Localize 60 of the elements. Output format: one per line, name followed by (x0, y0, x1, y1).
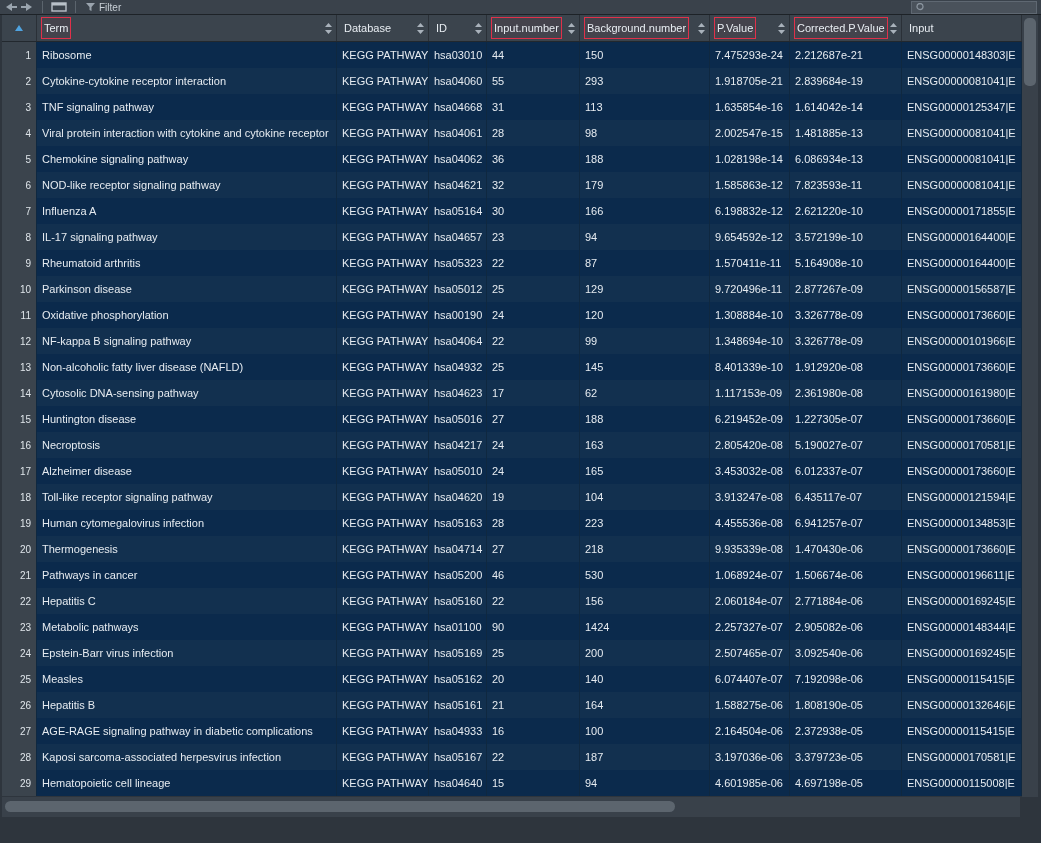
row-number: 3 (2, 94, 37, 120)
search-icon (916, 3, 926, 11)
row-number: 7 (2, 198, 37, 224)
row-number: 14 (2, 380, 37, 406)
scrollbar-thumb[interactable] (1024, 18, 1036, 86)
back-forward-arrows-icon[interactable] (4, 2, 34, 12)
row-number: 25 (2, 666, 37, 692)
search-field[interactable] (911, 0, 1037, 14)
row-number: 23 (2, 614, 37, 640)
scrollbar-thumb[interactable] (5, 801, 675, 812)
column-header[interactable]: Input (906, 17, 937, 39)
sort-icon[interactable] (475, 22, 482, 34)
row-number: 27 (2, 718, 37, 744)
column-header[interactable]: P.Value (714, 17, 757, 39)
row-number: 9 (2, 250, 37, 276)
sort-icon[interactable] (890, 22, 897, 34)
table-cell: hsa04640 (429, 770, 487, 796)
table-cell: KEGG PATHWAY (337, 770, 429, 796)
row-number: 6 (2, 172, 37, 198)
sort-ascending-icon[interactable] (15, 25, 23, 31)
column-header[interactable]: Term (41, 17, 72, 39)
sort-icon[interactable] (325, 22, 332, 34)
row-number: 18 (2, 484, 37, 510)
table-cell: Hematopoietic cell lineage (37, 770, 337, 796)
table-cell: 4.697198e-05 (790, 770, 902, 796)
row-number: 5 (2, 146, 37, 172)
table-cell: 94 (580, 770, 710, 796)
row-number: 11 (2, 302, 37, 328)
column-header[interactable]: Database (341, 17, 395, 39)
row-number: 29 (2, 770, 37, 796)
row-number: 22 (2, 588, 37, 614)
row-number: 10 (2, 276, 37, 302)
row-number: 15 (2, 406, 37, 432)
row-number: 20 (2, 536, 37, 562)
table-cell: 15 (487, 770, 580, 796)
column-header[interactable]: ID (433, 17, 450, 39)
row-number: 12 (2, 328, 37, 354)
row-number: 2 (2, 68, 37, 94)
row-number: 26 (2, 692, 37, 718)
row-number: 8 (2, 224, 37, 250)
row-number: 21 (2, 562, 37, 588)
row-number: 28 (2, 744, 37, 770)
row-number: 13 (2, 354, 37, 380)
row-number: 24 (2, 640, 37, 666)
column-header[interactable]: Corrected.P.Value (794, 17, 888, 39)
row-number: 16 (2, 432, 37, 458)
column-header[interactable]: Background.number (584, 17, 690, 39)
table-cell: 4.601985e-06 (710, 770, 790, 796)
filter-icon (86, 3, 95, 11)
row-number: 1 (2, 42, 37, 68)
row-number: 19 (2, 510, 37, 536)
column-header[interactable]: Input.number (491, 17, 562, 39)
filter-button[interactable]: Filter (84, 1, 124, 13)
sort-icon[interactable] (568, 22, 575, 34)
sort-icon[interactable] (417, 22, 424, 34)
sort-icon[interactable] (698, 22, 705, 34)
sort-icon[interactable] (778, 22, 785, 34)
row-number: 4 (2, 120, 37, 146)
popout-window-icon[interactable] (51, 2, 67, 12)
row-number: 17 (2, 458, 37, 484)
